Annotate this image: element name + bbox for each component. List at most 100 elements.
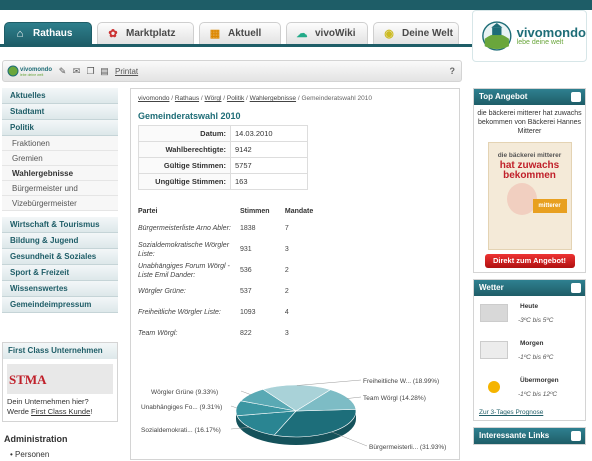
info-key: Datum: (138, 125, 231, 142)
sidebar-item-bildung[interactable]: Bildung & Jugend (2, 233, 118, 249)
col-header-votes: Stimmen (240, 207, 270, 215)
print-icon[interactable]: ▤ (99, 66, 110, 77)
pie-label: Bürgermeisterli... (31.93%) (369, 444, 446, 451)
first-class-link[interactable]: First Class Kunde (31, 407, 90, 416)
breadcrumb-current: Gemeinderatswahl 2010 (301, 95, 372, 102)
help-icon[interactable]: ? (450, 66, 456, 76)
info-key: Wahlberechtigte: (138, 141, 231, 158)
forecast-link[interactable]: Zur 3-Tages Prognose (474, 407, 585, 420)
sidebar-item-wissenswertes[interactable]: Wissenswertes (2, 281, 118, 297)
sidebar-item-politik[interactable]: Politik (2, 120, 118, 136)
breadcrumb-link[interactable]: vivomondo (138, 95, 169, 102)
vivomondo-small-logo[interactable]: vivomondo lebe deine welt (7, 64, 57, 78)
sidebar-item-vizebuergermeister[interactable]: Vizebürgermeister (2, 196, 118, 211)
sidebar-item-buergermeister[interactable]: Bürgermeister und (2, 181, 118, 196)
seats-cell: 7 (284, 225, 289, 232)
party-cell: Bürgermeisterliste Arno Abler: (138, 225, 231, 232)
weather-temp: -3ºC bis 5ºC (518, 317, 554, 324)
sidebar-nav: Aktuelles Stadtamt Politik Fraktionen Gr… (2, 88, 118, 313)
first-class-title: First Class Unternehmen (3, 343, 117, 359)
sidebar-item-stadtamt[interactable]: Stadtamt (2, 104, 118, 120)
main-content: vivomondo / Rathaus / Wörgl / Politik / … (130, 88, 460, 460)
table-row: Sozialdemokratische Wörgler Liste: 931 3 (138, 239, 328, 260)
info-row: Ungültige Stimmen: 163 (138, 173, 308, 190)
first-class-question: Dein Unternehmen hier? (7, 397, 89, 406)
sidebar-item-sport[interactable]: Sport & Freizeit (2, 265, 118, 281)
svg-text:lebe deine welt: lebe deine welt (20, 73, 43, 77)
site-logo[interactable]: vivomondo lebe deine welt (472, 10, 587, 62)
edit-icon[interactable]: ✎ (57, 66, 68, 77)
pie-label: Wörgler Grüne (9.33%) (151, 389, 218, 396)
tab-underline (0, 44, 472, 47)
breadcrumb-link[interactable]: Wörgl (205, 95, 222, 102)
tab-label: Marktplatz (126, 28, 176, 39)
votes-cell: 537 (240, 288, 252, 295)
pie-label: Freiheitliche W... (18.99%) (363, 378, 439, 385)
pie-leader-line (330, 431, 368, 447)
pie-leader-line (296, 379, 362, 386)
info-key: Ungültige Stimmen: (138, 173, 231, 190)
direct-offer-button[interactable]: Direkt zum Angebot! (484, 254, 575, 268)
seats-cell: 2 (284, 288, 289, 295)
admin-item-personen[interactable]: • Personen (10, 450, 49, 459)
links-box: Interessante Links (473, 427, 586, 445)
pie-label: Team Wörgl (14.28%) (363, 395, 426, 402)
mail-icon[interactable]: ✉ (71, 66, 82, 77)
top-angebot-box: Top Angebot die bäckerei mitterer hat zu… (473, 88, 586, 273)
sidebar-item-wahlergebnisse[interactable]: Wahlergebnisse (2, 166, 118, 181)
print-link[interactable]: Printat (115, 67, 138, 76)
links-title: Interessante Links (479, 431, 550, 440)
tab-vivowiki[interactable]: ☁ vivoWiki (286, 22, 368, 44)
cloudy-icon (480, 341, 508, 359)
cloudy-icon (480, 304, 508, 322)
tab-marktplatz[interactable]: ✿ Marktplatz (97, 22, 194, 44)
copy-icon[interactable]: ❐ (85, 66, 96, 77)
tab-label: Aktuell (228, 28, 262, 39)
weather-temp: -1ºC bis 12ºC (518, 391, 558, 398)
party-cell: Sozialdemokratische Wörgler Liste: (138, 241, 230, 258)
pie-label: Sozialdemokrati... (16.17%) (141, 427, 221, 434)
tab-deine-welt[interactable]: ◉ Deine Welt (373, 22, 459, 44)
sidebar-item-gesundheit[interactable]: Gesundheit & Soziales (2, 249, 118, 265)
info-key: Gültige Stimmen: (138, 157, 231, 174)
ad-line3: bekommen (503, 170, 556, 181)
seats-cell: 2 (284, 267, 289, 274)
breadcrumb-link[interactable]: Politik (227, 95, 244, 102)
ad-image[interactable]: die bäckerei mitterer hat zuwachs bekommen… (487, 142, 572, 250)
weather-header: Wetter (474, 280, 585, 296)
seats-cell: 4 (284, 309, 289, 316)
first-class-logo[interactable]: STMA (7, 364, 113, 394)
results-header-row: Partei Stimmen Mandate (138, 204, 328, 218)
sidebar-item-aktuelles[interactable]: Aktuelles (2, 88, 118, 104)
info-value: 9142 (230, 141, 308, 158)
weather-day: Heute (520, 303, 539, 310)
breadcrumb-link[interactable]: Rathaus (175, 95, 199, 102)
seats-cell: 3 (284, 246, 289, 253)
top-bar (0, 0, 592, 10)
first-class-text: Dein Unternehmen hier? Werde First Class… (3, 394, 117, 420)
weather-day: Morgen (520, 340, 544, 347)
sidebar-item-fraktionen[interactable]: Fraktionen (2, 136, 118, 151)
page-title: Gemeinderatswahl 2010 (138, 111, 241, 121)
first-class-suffix: ! (90, 407, 93, 416)
news-icon: ▦ (209, 27, 221, 40)
sidebar-item-wirtschaft[interactable]: Wirtschaft & Tourismus (2, 217, 118, 233)
weather-row: Übermorgen -1ºC bis 12ºC (474, 370, 585, 407)
sidebar-item-gemeindeimpressum[interactable]: Gemeindeimpressum (2, 297, 118, 313)
col-header-party: Partei (138, 207, 158, 215)
info-value: 163 (230, 173, 308, 190)
breadcrumb-link[interactable]: Wahlergebnisse (250, 95, 296, 102)
table-row: Team Wörgl: 822 3 (138, 323, 328, 344)
weather-settings-icon[interactable] (571, 283, 581, 293)
wiki-icon: ☁ (296, 27, 308, 40)
top-angebot-header: Top Angebot (474, 89, 585, 105)
offer-icon (571, 92, 581, 102)
tab-rathaus[interactable]: ⌂ Rathaus (4, 22, 92, 44)
col-header-seats: Mandate (284, 207, 314, 215)
logo-tagline: lebe deine welt (516, 39, 564, 46)
first-class-logo-text: STMA (9, 372, 47, 387)
tab-label: Rathaus (33, 28, 73, 39)
sidebar-item-gremien[interactable]: Gremien (2, 151, 118, 166)
seats-cell: 3 (284, 330, 289, 337)
tab-aktuell[interactable]: ▦ Aktuell (199, 22, 281, 44)
